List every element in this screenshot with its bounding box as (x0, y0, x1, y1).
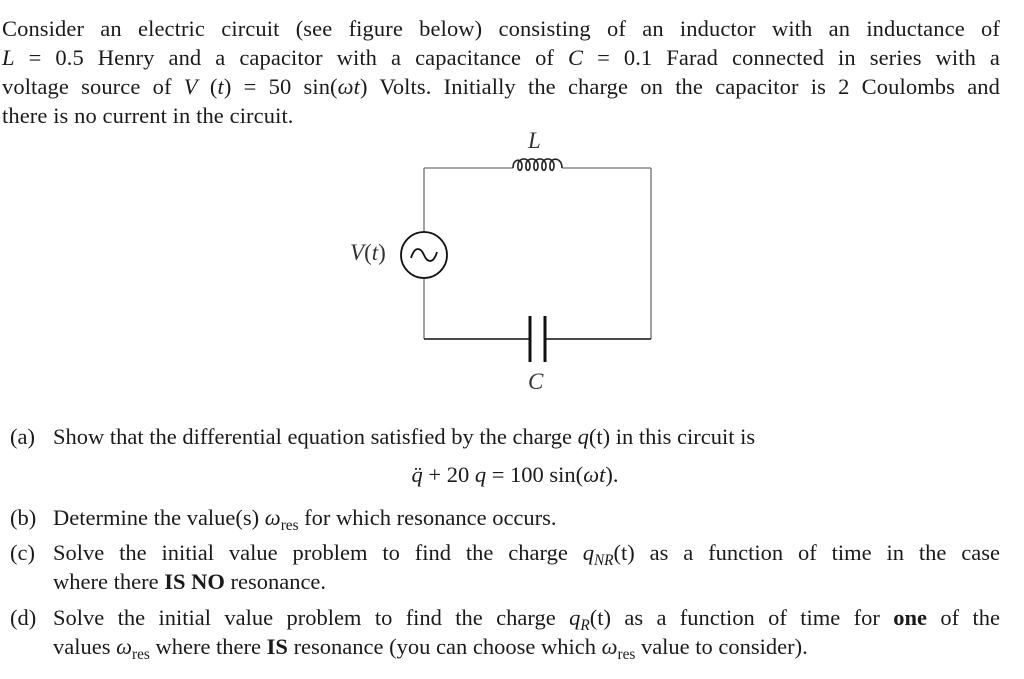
capacitor-label: C (528, 369, 544, 394)
part-c-line-1: Solve the initial value problem to find … (53, 540, 1000, 570)
part-d-label: (d) (10, 605, 37, 630)
part-d-line-2: values ωres where there IS resonance (yo… (53, 634, 808, 664)
part-a-text: Show that the differential equation sati… (53, 424, 756, 449)
source-label: V(t) (350, 240, 386, 265)
part-b-text: Determine the value(s) ωres for which re… (53, 505, 557, 535)
part-c-line-2: where there IS NO resonance. (53, 569, 327, 594)
inductor-coil (512, 158, 563, 172)
inductor-label: L (528, 128, 541, 153)
part-a-label: (a) (10, 424, 35, 449)
part-d-line-1: Solve the initial value problem to find … (53, 605, 1000, 635)
part-b-label: (b) (10, 505, 37, 530)
part-c-label: (c) (10, 540, 35, 565)
differential-equation: q̈ + 20 q = 100 sin(ωt). (411, 462, 619, 487)
